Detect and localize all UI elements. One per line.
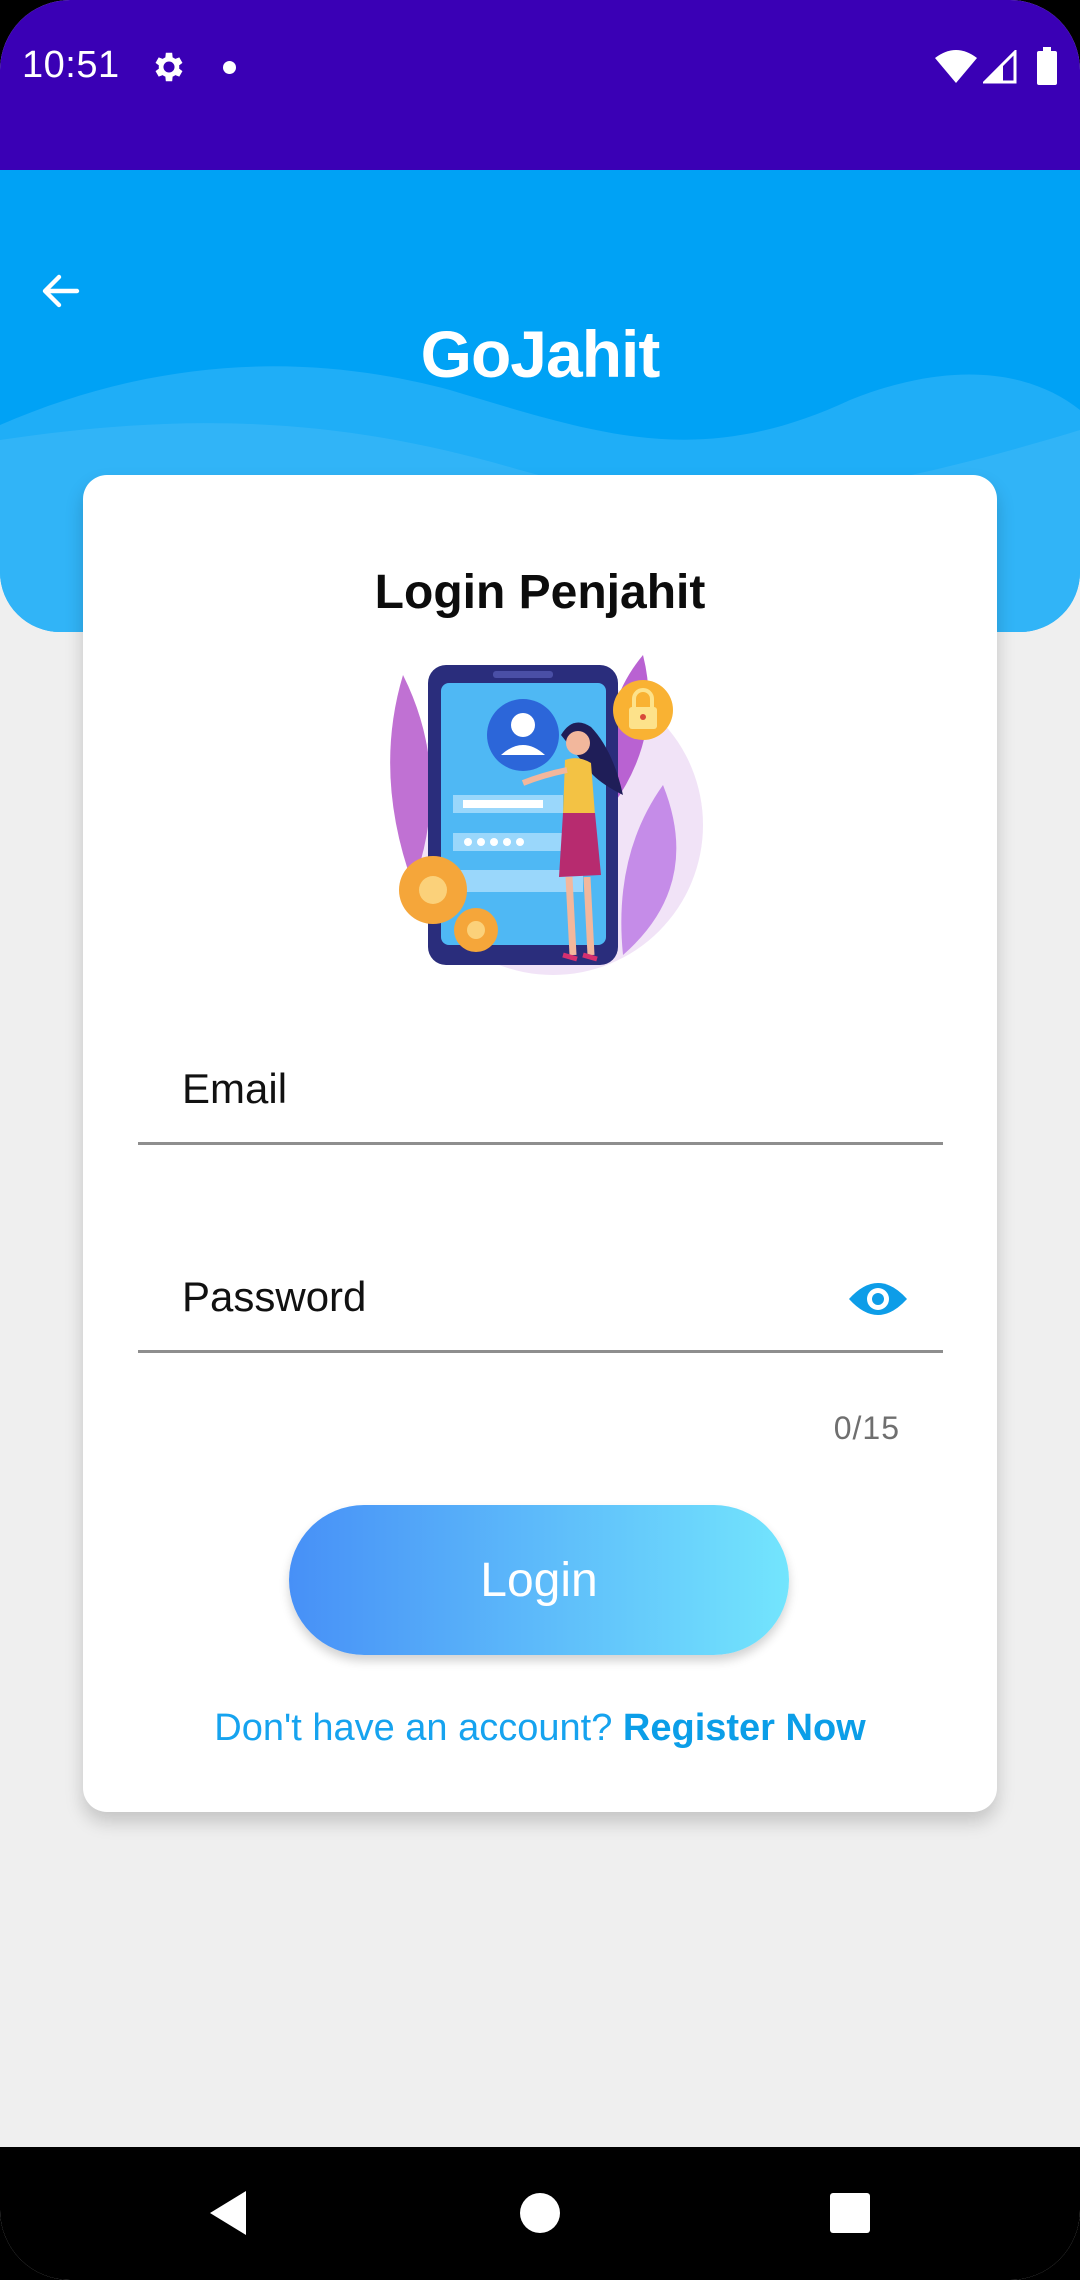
password-char-counter: 0/15 bbox=[833, 1410, 900, 1446]
arrow-left-icon bbox=[42, 274, 80, 308]
home-circle-icon bbox=[520, 2193, 560, 2233]
wifi-icon bbox=[935, 50, 977, 83]
register-now-link[interactable]: Register Now bbox=[623, 1707, 866, 1749]
status-time: 10:51 bbox=[22, 44, 120, 86]
back-triangle-icon bbox=[210, 2191, 246, 2235]
register-prompt: Don't have an account? bbox=[214, 1707, 613, 1749]
login-card: Login Penjahit Email 0/15 Login Don't ha… bbox=[83, 475, 997, 1812]
email-input[interactable] bbox=[138, 1015, 943, 1142]
register-line: Don't have an account? Register Now bbox=[83, 1707, 997, 1750]
notification-dot-icon bbox=[223, 61, 236, 74]
signal-icon bbox=[983, 50, 1017, 84]
nav-home-button[interactable] bbox=[502, 2175, 578, 2251]
eye-icon[interactable] bbox=[847, 1277, 909, 1321]
recents-square-icon bbox=[830, 2193, 870, 2233]
nav-recents-button[interactable] bbox=[812, 2175, 888, 2251]
gear-icon bbox=[155, 52, 183, 82]
nav-back-button[interactable] bbox=[190, 2175, 266, 2251]
login-button[interactable]: Login bbox=[289, 1505, 789, 1655]
phone-screen: 10:51 GoJahit Login Penjahit Email 0/15 … bbox=[0, 0, 1080, 2280]
password-input[interactable] bbox=[138, 1223, 943, 1350]
back-button[interactable] bbox=[30, 260, 92, 322]
system-nav-bar bbox=[0, 2147, 1080, 2280]
email-field[interactable] bbox=[138, 1015, 943, 1145]
status-bar: 10:51 bbox=[0, 0, 1080, 170]
password-field[interactable] bbox=[138, 1223, 943, 1353]
app-title: GoJahit bbox=[420, 317, 661, 391]
phone-login-illustration bbox=[390, 655, 703, 975]
card-title: Login Penjahit bbox=[374, 566, 706, 619]
battery-icon bbox=[1037, 47, 1057, 85]
